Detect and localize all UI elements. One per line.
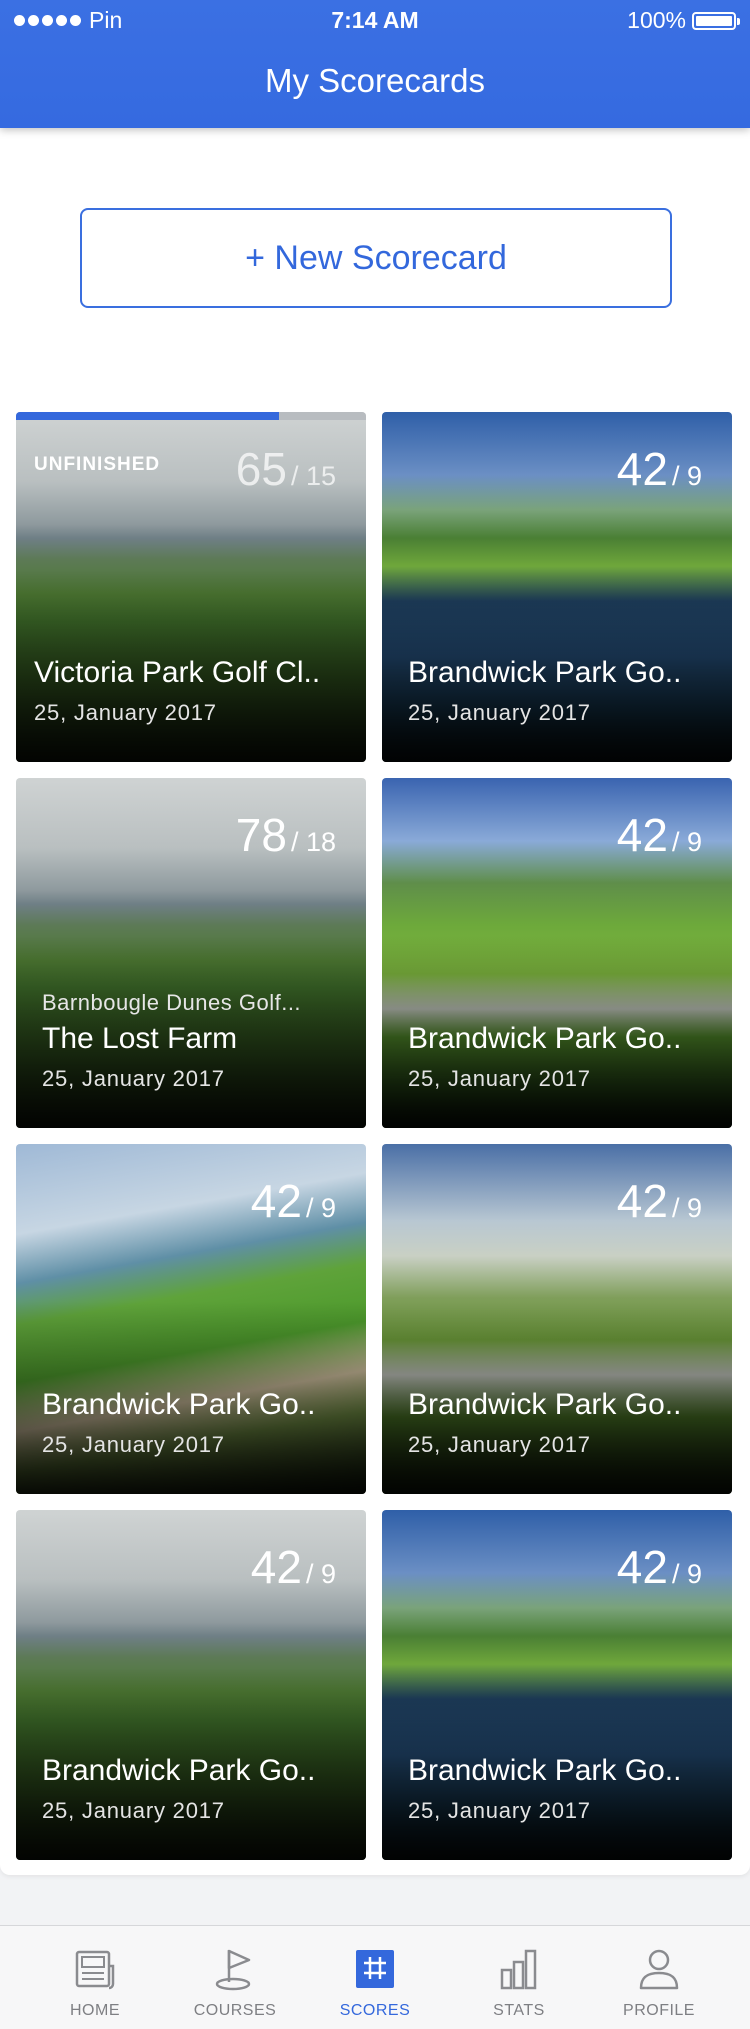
score-value: 42 [250,1541,302,1593]
home-icon [75,1950,115,1990]
tab-scores[interactable]: SCORES [300,1926,450,2029]
card-info: Victoria Park Golf Cl.. 25, January 2017 [34,656,350,726]
card-info: Brandwick Park Go.. 25, January 2017 [408,1754,716,1824]
score-holes: / 9 [671,461,702,491]
card-info: Brandwick Park Go.. 25, January 2017 [42,1754,350,1824]
round-date: 25, January 2017 [34,700,217,725]
score-value: 42 [250,1175,302,1227]
score-value: 42 [616,1541,668,1593]
card-info: Brandwick Park Go.. 25, January 2017 [408,1388,716,1458]
round-date: 25, January 2017 [408,1798,591,1823]
flag-icon [215,1949,251,1991]
score-value: 42 [616,809,668,861]
card-info: Brandwick Park Go.. 25, January 2017 [408,1022,716,1092]
round-date: 25, January 2017 [408,700,591,725]
tab-label: PROFILE [623,2002,695,2019]
bar-chart-icon [500,1949,537,1990]
course-name: Brandwick Park Go.. [42,1388,316,1421]
score-holes: / 9 [671,1193,702,1223]
score: 65/ 15 [236,442,336,496]
page-title: My Scorecards [264,62,486,99]
tab-stats[interactable]: STATS [444,1926,594,2029]
course-name: Brandwick Park Go.. [408,656,682,689]
score-holes: / 9 [671,1559,702,1589]
tab-courses[interactable]: COURSES [160,1926,310,2029]
card-info: Brandwick Park Go.. 25, January 2017 [408,656,716,726]
tab-label: COURSES [193,2002,277,2019]
person-icon [639,1949,679,1990]
score: 42/ 9 [251,1540,336,1594]
score: 78/ 18 [236,808,336,862]
tab-bar: HOME COURSES SCORES STATS PROFILE [0,1925,750,2029]
score-holes: / 9 [671,827,702,857]
round-date: 25, January 2017 [408,1432,591,1457]
course-name: Brandwick Park Go.. [408,1754,682,1787]
scorecards-panel: + New Scorecard UNFINISHED 65/ 15 Victor… [0,128,750,1875]
app-header: Pin 7:14 AM 100% My Scorecards [0,0,750,128]
tab-label: SCORES [339,2002,411,2019]
score-value: 78 [235,809,287,861]
scorecard-icon [356,1950,394,1988]
score: 42/ 9 [617,442,702,496]
tab-profile[interactable]: PROFILE [584,1926,734,2029]
scorecard-card[interactable]: 42/ 9 Brandwick Park Go.. 25, January 20… [16,1144,366,1494]
course-name: Victoria Park Golf Cl.. [34,656,321,689]
score-value: 65 [235,443,287,495]
score-value: 42 [616,1175,668,1227]
club-name: Barnbougle Dunes Golf... [42,990,302,1015]
score: 42/ 9 [617,1540,702,1594]
score-holes: / 9 [305,1559,336,1589]
card-info: Brandwick Park Go.. 25, January 2017 [42,1388,350,1458]
tab-label: STATS [493,2002,545,2019]
course-name: Brandwick Park Go.. [42,1754,316,1787]
tab-home[interactable]: HOME [20,1926,170,2029]
score-holes: / 15 [290,461,336,491]
round-date: 25, January 2017 [408,1066,591,1091]
battery-status: 100% [627,7,740,34]
new-scorecard-button[interactable]: + New Scorecard [80,208,672,308]
scorecard-card[interactable]: 42/ 9 Brandwick Park Go.. 25, January 20… [382,412,732,762]
card-info: Barnbougle Dunes Golf... The Lost Farm 2… [42,990,350,1092]
score: 42/ 9 [251,1174,336,1228]
course-name: Brandwick Park Go.. [408,1388,682,1421]
scorecard-card[interactable]: UNFINISHED 65/ 15 Victoria Park Golf Cl.… [16,412,366,762]
round-progress-bar [16,412,366,420]
unfinished-badge: UNFINISHED [34,454,161,475]
scorecard-card[interactable]: 42/ 9 Brandwick Park Go.. 25, January 20… [382,778,732,1128]
course-name: The Lost Farm [42,1022,238,1055]
score-holes: / 18 [290,827,336,857]
score: 42/ 9 [617,808,702,862]
status-bar: Pin 7:14 AM 100% [0,0,750,40]
score-holes: / 9 [305,1193,336,1223]
scorecard-card[interactable]: 42/ 9 Brandwick Park Go.. 25, January 20… [382,1144,732,1494]
round-progress-fill [16,412,279,420]
scorecard-card[interactable]: 42/ 9 Brandwick Park Go.. 25, January 20… [382,1510,732,1860]
scorecard-card[interactable]: 78/ 18 Barnbougle Dunes Golf... The Lost… [16,778,366,1128]
battery-percent: 100% [627,7,686,33]
scorecard-card[interactable]: 42/ 9 Brandwick Park Go.. 25, January 20… [16,1510,366,1860]
round-date: 25, January 2017 [42,1798,225,1823]
round-date: 25, January 2017 [42,1432,225,1457]
round-date: 25, January 2017 [42,1066,225,1091]
score-value: 42 [616,443,668,495]
course-name: Brandwick Park Go.. [408,1022,682,1055]
battery-icon [692,11,740,30]
score: 42/ 9 [617,1174,702,1228]
tab-label: HOME [70,2002,120,2019]
